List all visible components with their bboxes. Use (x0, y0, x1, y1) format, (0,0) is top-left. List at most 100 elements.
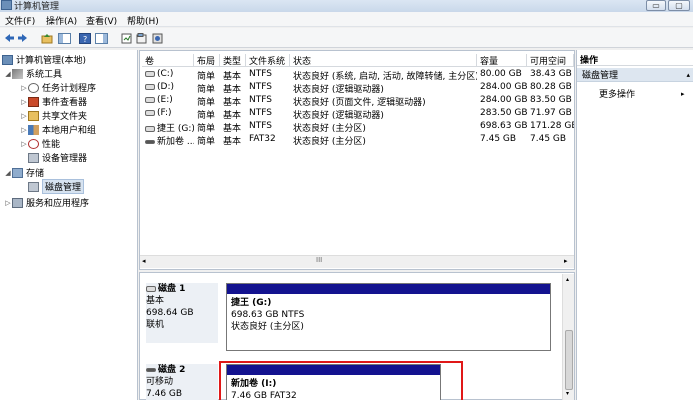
removable-disk-icon (146, 367, 156, 372)
tree-item-services[interactable]: ▷ 服务和应用程序 (4, 196, 89, 209)
drive-icon (145, 83, 155, 90)
cell-volume: 新加卷 ... (145, 134, 194, 147)
scroll-thumb[interactable] (565, 330, 573, 390)
cell-type: 基本 (223, 82, 246, 95)
tree-item-shared-folders[interactable]: ▷ 共享文件夹 (20, 109, 87, 122)
cell-text: 简单 (197, 137, 216, 147)
cell-volume: (F:) (145, 108, 194, 121)
disk-icon (146, 285, 156, 292)
refresh-button[interactable] (151, 31, 163, 45)
cell-text: NTFS (249, 95, 272, 105)
scroll-grip[interactable]: III (316, 256, 322, 264)
cell-text: 7.45 GB (530, 134, 567, 144)
actions-section-disk-management[interactable]: 磁盘管理 ▴ (577, 68, 693, 82)
highlight-box (219, 361, 463, 400)
tree-item-label: 事件查看器 (42, 98, 88, 108)
back-button[interactable] (3, 31, 15, 45)
tree-item-local-users[interactable]: ▷ 本地用户和组 (20, 123, 96, 136)
cell-type: 基本 (223, 108, 246, 121)
cell-free-space: 71.97 GB (530, 108, 574, 121)
actions-header: 操作 (577, 53, 693, 66)
expand-arrow-icon[interactable]: ▷ (4, 199, 12, 207)
computer-management-icon (2, 54, 13, 65)
cell-layout: 简单 (197, 69, 220, 82)
cell-text: 38.43 GB (530, 69, 572, 79)
disk-1-info[interactable]: 磁盘 1 基本 698.64 GB 联机 (146, 283, 218, 343)
maximize-button[interactable]: ▢ (668, 0, 690, 11)
expand-arrow-icon[interactable]: ▷ (20, 112, 28, 120)
cell-text: 状态良好 (页面文件, 逻辑驱动器) (293, 98, 426, 108)
column-header-layout[interactable]: 布局 (194, 54, 220, 67)
column-header-free-space[interactable]: 可用空间 (527, 54, 574, 67)
tree-item-task-scheduler[interactable]: ▷ 任务计划程序 (20, 81, 96, 94)
column-header-type[interactable]: 类型 (220, 54, 246, 67)
tree-item-label: 计算机管理(本地) (16, 56, 87, 66)
cell-free-space: 83.50 GB (530, 95, 574, 108)
help-icon: ? (78, 32, 91, 44)
column-header-capacity[interactable]: 容量 (477, 54, 527, 67)
cell-text: 简单 (197, 124, 216, 134)
tree-item-label: 本地用户和组 (42, 126, 97, 136)
menu-help[interactable]: 帮助(H) (127, 14, 159, 27)
tree-item-storage[interactable]: ◢ 存储 (4, 166, 44, 179)
scroll-down-arrow-icon[interactable]: ▾ (566, 390, 569, 397)
cell-text: 283.50 GB (480, 108, 527, 118)
cell-filesystem: NTFS (249, 95, 290, 108)
tree-item-disk-management[interactable]: 磁盘管理 (28, 179, 85, 194)
device-manager-icon (28, 152, 39, 163)
scroll-right-arrow-icon[interactable]: ▸ (564, 257, 568, 265)
forward-button[interactable] (16, 31, 28, 45)
show-hide-tree-button[interactable] (57, 31, 71, 45)
forward-arrow-icon (17, 34, 27, 42)
disk-2-info[interactable]: 磁盘 2 可移动 7.46 GB (146, 364, 218, 400)
connect-button[interactable] (120, 31, 132, 45)
shared-folder-icon (28, 110, 39, 121)
properties-button[interactable] (135, 31, 147, 45)
tree-item-system-tools[interactable]: ◢ 系统工具 (4, 67, 62, 80)
menu-file[interactable]: 文件(F) (5, 14, 35, 27)
horizontal-scrollbar[interactable]: ◂ III ▸ (140, 255, 574, 268)
show-hide-action-pane-button[interactable] (94, 31, 108, 45)
tree-item-label: 设备管理器 (42, 154, 88, 164)
expand-arrow-icon[interactable]: ▷ (20, 98, 28, 106)
tree-item-performance[interactable]: ▷ 性能 (20, 137, 60, 150)
collapse-arrow-icon[interactable]: ◢ (4, 70, 12, 78)
cell-capacity: 283.50 GB (480, 108, 527, 121)
collapse-arrow-icon[interactable]: ◢ (4, 169, 12, 177)
cell-free-space: 38.43 GB (530, 69, 574, 82)
actions-pane: 操作 磁盘管理 ▴ 更多操作 ▸ (576, 50, 693, 400)
expand-arrow-icon[interactable]: ▷ (20, 126, 28, 134)
tree-item-label-selected: 磁盘管理 (42, 179, 85, 194)
help-button[interactable]: ? (78, 31, 91, 45)
cell-type: 基本 (223, 121, 246, 134)
partition-status: 状态良好 (主分区) (231, 322, 304, 332)
scroll-left-arrow-icon[interactable]: ◂ (142, 257, 146, 265)
partition-g[interactable]: 捷王 (G:) 698.63 GB NTFS 状态良好 (主分区) (226, 283, 551, 351)
window-title: 计算机管理 (14, 2, 60, 12)
minimize-button[interactable]: ▭ (646, 0, 666, 11)
storage-icon (12, 167, 23, 178)
cell-text: NTFS (249, 108, 272, 118)
disk-type: 可移动 (146, 377, 174, 387)
vertical-scrollbar[interactable]: ▴ ▾ (562, 274, 574, 400)
cell-filesystem: NTFS (249, 121, 290, 134)
column-header-filesystem[interactable]: 文件系统 (246, 54, 290, 67)
cell-status: 状态良好 (逻辑驱动器) (293, 82, 477, 95)
tree-item-event-viewer[interactable]: ▷ 事件查看器 (20, 95, 87, 108)
cell-text: 基本 (223, 72, 242, 82)
column-header-status[interactable]: 状态 (290, 54, 477, 67)
scroll-up-arrow-icon[interactable]: ▴ (566, 276, 569, 283)
tree-item-device-manager[interactable]: 设备管理器 (28, 151, 87, 164)
cell-text: 状态良好 (主分区) (293, 137, 366, 147)
cell-type: 基本 (223, 69, 246, 82)
more-actions-link[interactable]: 更多操作 (599, 87, 635, 100)
up-folder-button[interactable] (41, 31, 53, 45)
expand-arrow-icon[interactable]: ▷ (20, 84, 28, 92)
menu-action[interactable]: 操作(A) (46, 14, 77, 27)
column-header-volume[interactable]: 卷 (142, 54, 194, 67)
drive-icon (145, 70, 155, 77)
expand-arrow-icon[interactable]: ▷ (20, 140, 28, 148)
tree-item-root[interactable]: 计算机管理(本地) (2, 53, 86, 66)
menu-view[interactable]: 查看(V) (86, 14, 117, 27)
collapse-section-icon[interactable]: ▴ (686, 71, 690, 79)
